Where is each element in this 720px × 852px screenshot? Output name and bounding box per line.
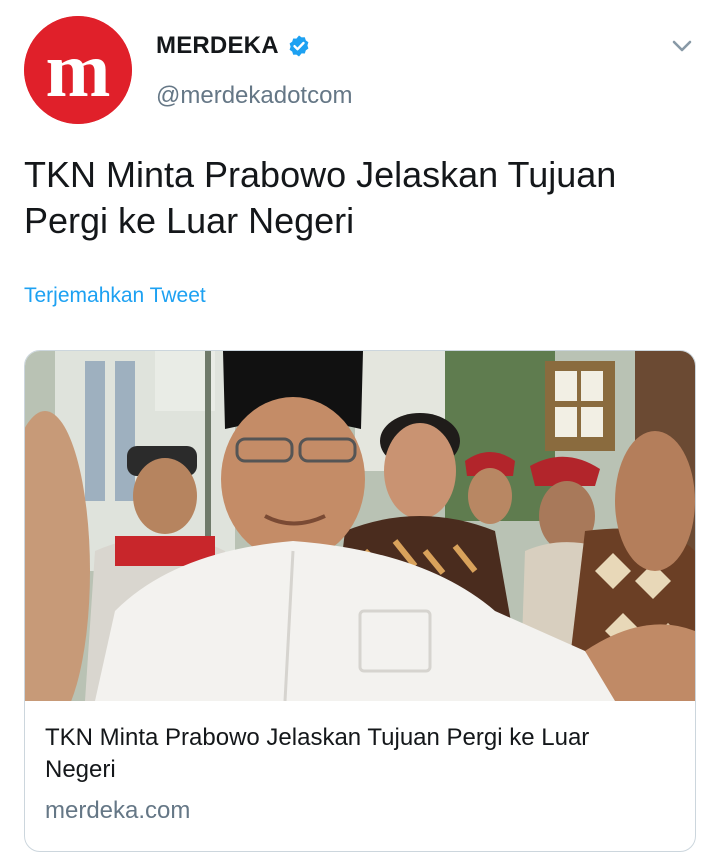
display-name[interactable]: MERDEKA: [156, 32, 279, 60]
link-preview-card[interactable]: TKN Minta Prabowo Jelaskan Tujuan Pergi …: [24, 350, 696, 852]
svg-text:m: m: [46, 26, 111, 113]
card-domain: merdeka.com: [45, 797, 191, 824]
name-row: MERDEKA: [156, 32, 311, 60]
verified-badge-icon: [287, 34, 311, 58]
card-title: TKN Minta Prabowo Jelaskan Tujuan Pergi …: [45, 724, 590, 783]
avatar[interactable]: m: [24, 16, 132, 124]
card-photo[interactable]: [25, 351, 695, 701]
tweet-text: TKN Minta Prabowo Jelaskan Tujuan Pergi …: [24, 154, 617, 241]
account-handle[interactable]: @merdekadotcom: [156, 82, 352, 110]
translate-tweet-link[interactable]: Terjemahkan Tweet: [24, 284, 206, 308]
chevron-down-icon[interactable]: [668, 32, 696, 60]
merdeka-logo-icon: m: [24, 16, 132, 124]
